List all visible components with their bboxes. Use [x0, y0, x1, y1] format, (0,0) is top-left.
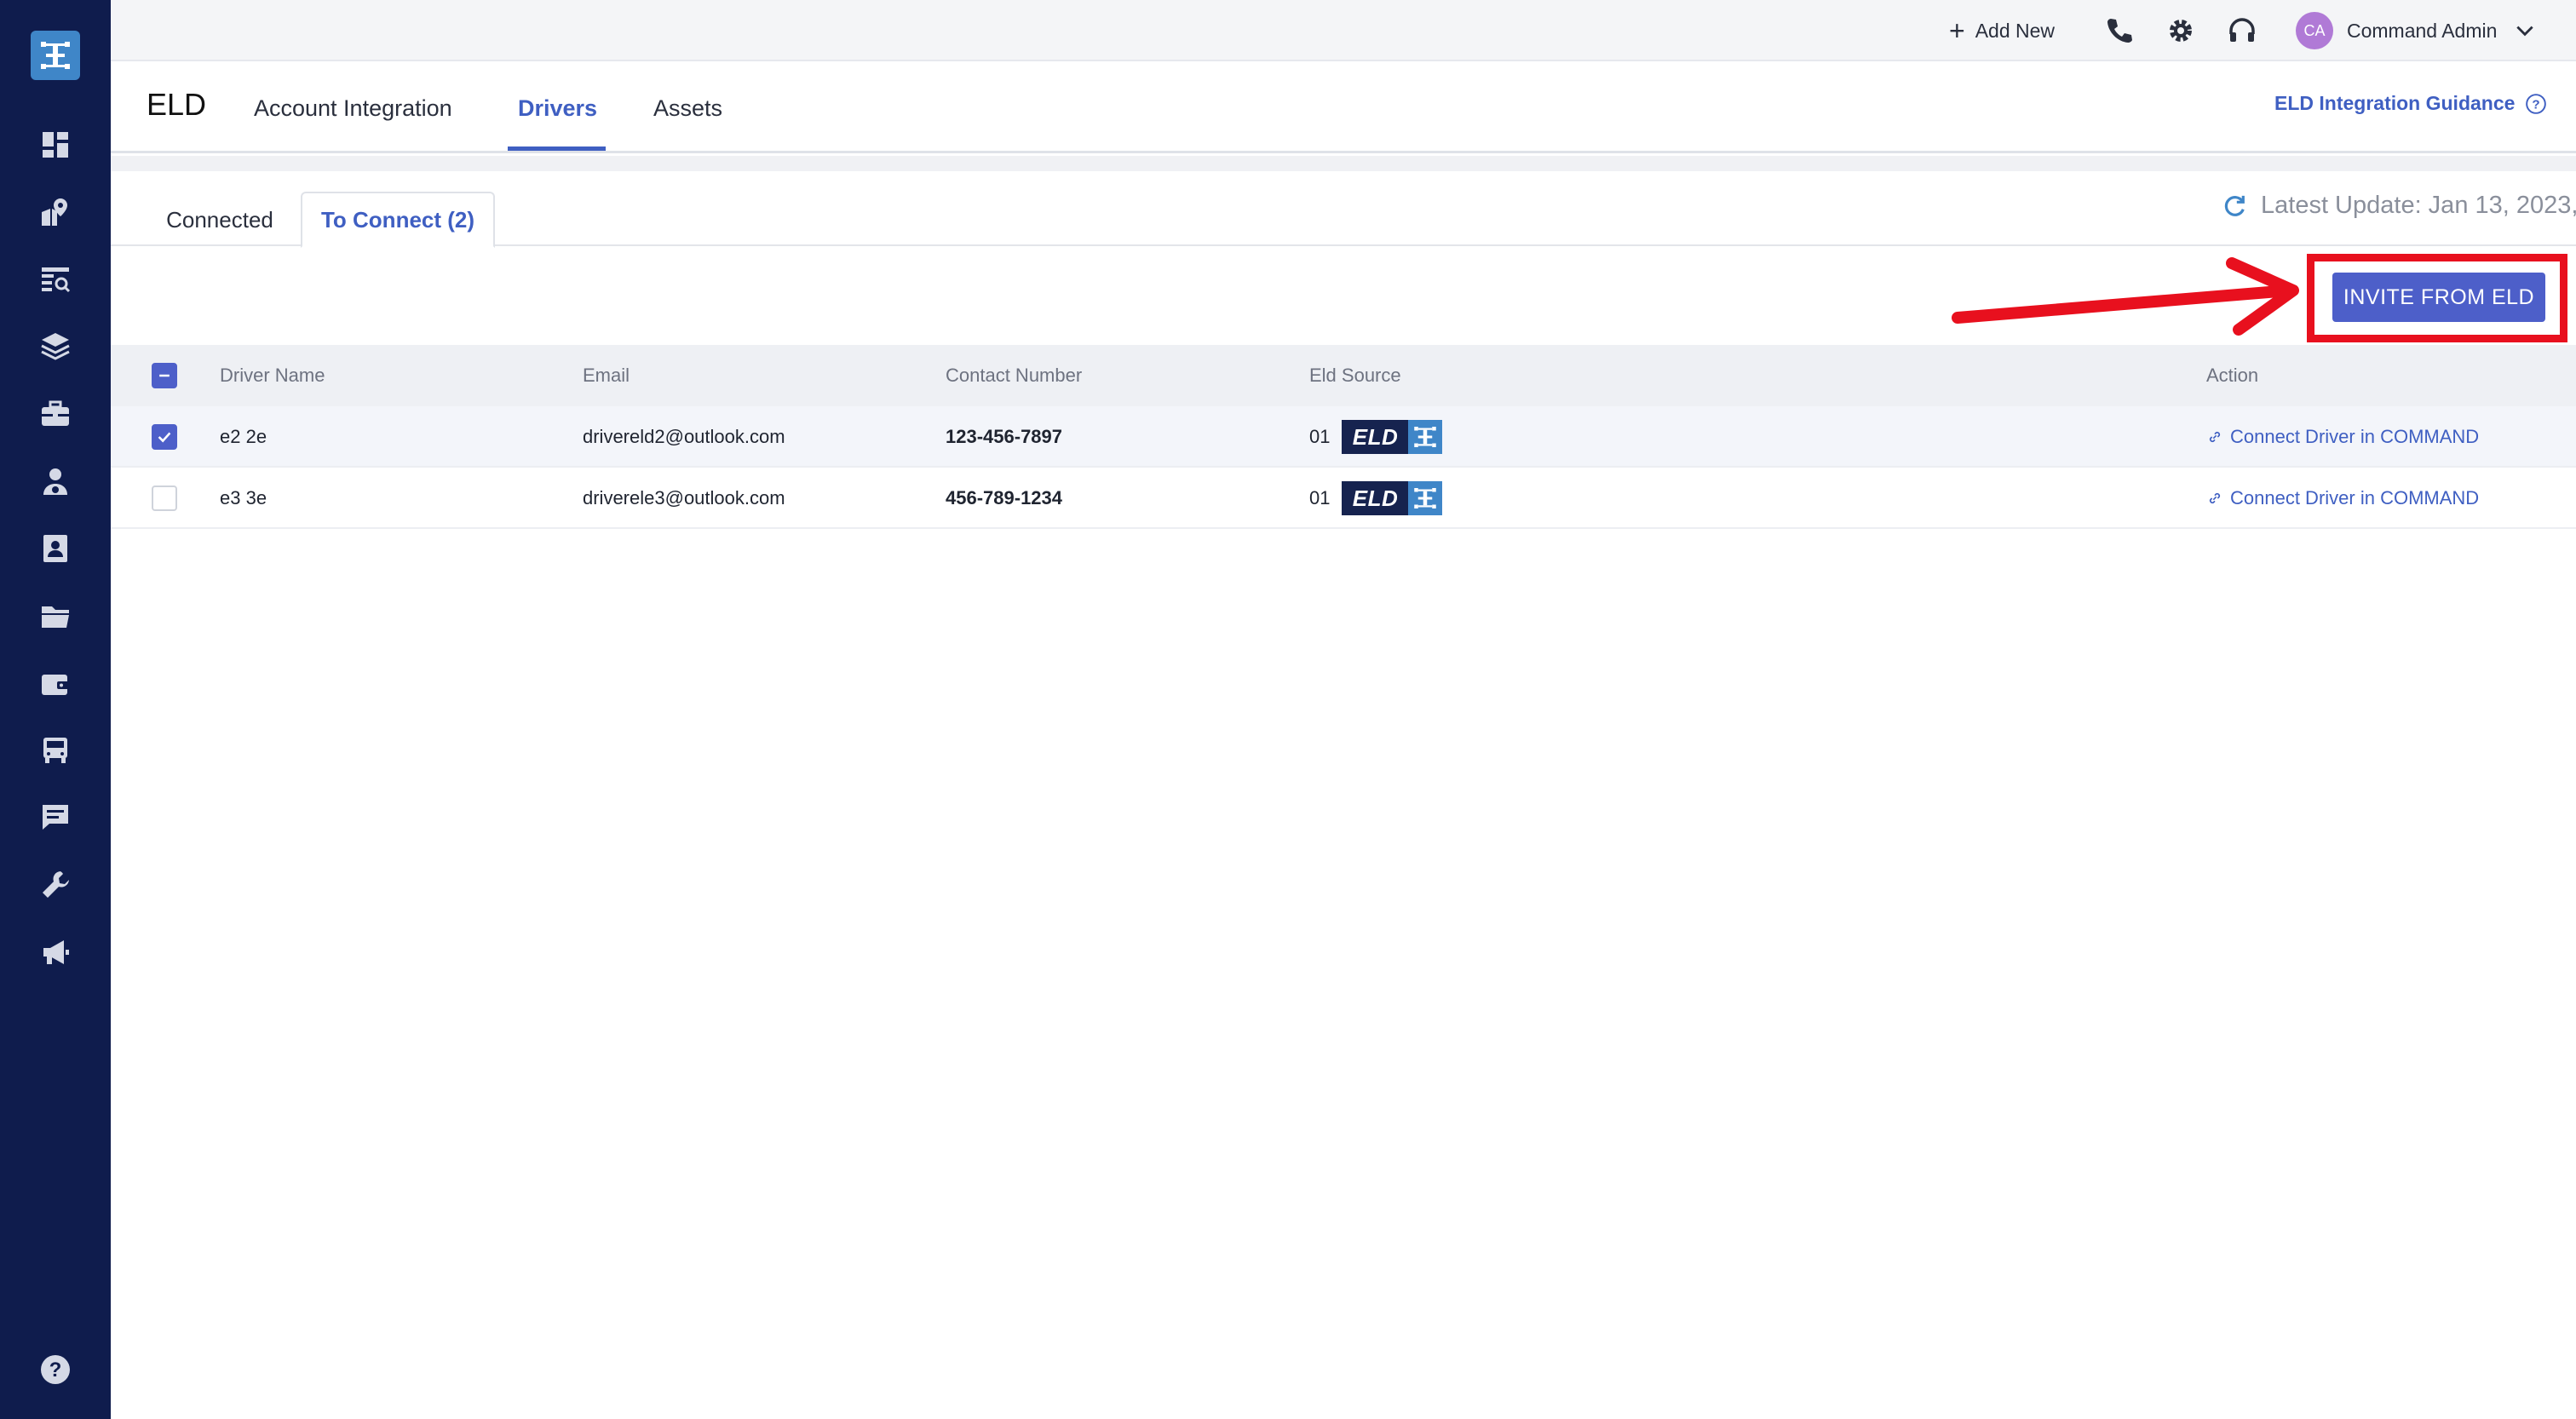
subtab-connected[interactable]: Connected: [160, 193, 279, 246]
annotation-arrow-icon: [1952, 257, 2299, 336]
dashboard-icon[interactable]: [34, 124, 77, 166]
minus-icon: [159, 374, 170, 377]
select-all-checkbox[interactable]: [152, 363, 177, 388]
driver-email: driverele3@outlook.com: [583, 487, 785, 508]
eld-badge: ELD: [1342, 420, 1443, 454]
eld-badge: ELD: [1342, 481, 1443, 515]
eld-badge-label: ELD: [1342, 420, 1409, 454]
tab-drivers[interactable]: Drivers: [518, 95, 597, 153]
eld-integration-guidance-link[interactable]: ELD Integration Guidance ?: [2274, 92, 2547, 115]
search-list-icon[interactable]: [34, 258, 77, 301]
gear-icon: [2164, 14, 2198, 48]
subtab-to-connect[interactable]: To Connect (2): [301, 192, 495, 248]
message-icon[interactable]: [34, 796, 77, 839]
phone-button[interactable]: [2102, 0, 2136, 61]
drivers-table: Driver Name Email Contact Number Eld Sou…: [111, 345, 2576, 529]
headset-icon: [2225, 14, 2259, 48]
user-menu[interactable]: CA Command Admin: [2296, 0, 2536, 61]
link-icon: [2209, 431, 2221, 443]
contacts-icon[interactable]: [34, 527, 77, 570]
eld-number: 01: [1309, 487, 1331, 508]
active-tab-indicator: [508, 146, 606, 151]
chevron-down-icon: [2514, 20, 2536, 42]
connect-driver-link[interactable]: Connect Driver in COMMAND: [2206, 487, 2479, 509]
connect-driver-label: Connect Driver in COMMAND: [2230, 426, 2480, 447]
table-row: e2 2e drivereld2@outlook.com 123-456-789…: [111, 406, 2576, 468]
latest-update: Latest Update: Jan 13, 2023, 01:28: [2222, 192, 2576, 220]
eld-number: 01: [1309, 426, 1331, 447]
column-eld-source[interactable]: Eld Source: [1309, 345, 1401, 406]
connect-driver-link[interactable]: Connect Driver in COMMAND: [2206, 426, 2479, 448]
latest-update-text: Latest Update: Jan 13, 2023, 01:28: [2261, 192, 2576, 219]
check-icon: [158, 432, 171, 443]
driver-name: e3 3e: [220, 487, 267, 508]
support-button[interactable]: [2225, 0, 2259, 61]
driver-email: drivereld2@outlook.com: [583, 426, 785, 447]
eld-source: 01 ELD: [1309, 468, 1443, 529]
select-all-cell: [152, 345, 177, 406]
driver-subtabs: Connected To Connect (2) Latest Update: …: [111, 171, 2576, 248]
megaphone-icon[interactable]: [34, 931, 77, 974]
refresh-icon[interactable]: [2222, 193, 2247, 219]
top-bar: + Add New CA Command Admin: [111, 0, 2576, 61]
driver-phone: 456-789-1234: [946, 487, 1063, 508]
column-contact-number[interactable]: Contact Number: [946, 345, 1082, 406]
action-cell: Connect Driver in COMMAND: [2206, 468, 2479, 529]
column-driver-name[interactable]: Driver Name: [220, 345, 325, 406]
table-header: Driver Name Email Contact Number Eld Sou…: [111, 345, 2576, 406]
row-checkbox[interactable]: [152, 424, 177, 450]
add-new-button[interactable]: + Add New: [1949, 0, 2055, 61]
avatar: CA: [2296, 12, 2333, 49]
column-action: Action: [2206, 365, 2259, 386]
user-name: Command Admin: [2347, 19, 2498, 42]
invite-from-eld-button[interactable]: INVITE FROM ELD: [2332, 273, 2545, 322]
table-row: e3 3e driverele3@outlook.com 456-789-123…: [111, 468, 2576, 529]
connect-driver-label: Connect Driver in COMMAND: [2230, 487, 2480, 508]
plus-icon: +: [1949, 15, 1965, 46]
phone-icon: [2102, 14, 2136, 48]
app-logo-icon[interactable]: [31, 31, 80, 80]
eld-source: 01 ELD: [1309, 406, 1443, 468]
eld-logo-icon: [1408, 481, 1443, 515]
link-icon: [2209, 492, 2221, 504]
add-new-label: Add New: [1975, 19, 2056, 42]
wrench-icon[interactable]: [34, 864, 77, 906]
page-title: ELD: [147, 87, 207, 122]
svg-text:?: ?: [49, 1359, 62, 1382]
sidebar: ?: [0, 0, 111, 1419]
row-check-cell: [152, 406, 177, 468]
tab-assets[interactable]: Assets: [653, 95, 722, 153]
row-check-cell: [152, 468, 177, 529]
eld-logo-icon: [1408, 420, 1443, 454]
action-cell: Connect Driver in COMMAND: [2206, 406, 2479, 468]
header-divider: [111, 156, 2576, 171]
help-circle-icon: ?: [2525, 93, 2547, 115]
truck-icon[interactable]: [34, 729, 77, 772]
wallet-icon[interactable]: [34, 662, 77, 704]
eld-badge-label: ELD: [1342, 481, 1409, 515]
column-email[interactable]: Email: [583, 345, 630, 406]
layers-icon[interactable]: [34, 325, 77, 368]
briefcase-icon[interactable]: [34, 393, 77, 435]
folder-icon[interactable]: [34, 595, 77, 637]
driver-icon[interactable]: [34, 460, 77, 503]
tab-account-integration[interactable]: Account Integration: [254, 95, 452, 153]
svg-text:?: ?: [2533, 97, 2540, 112]
driver-phone: 123-456-7897: [946, 426, 1063, 447]
page-header: ELD Account Integration Drivers Assets E…: [111, 61, 2576, 153]
driver-name: e2 2e: [220, 426, 267, 447]
guidance-label: ELD Integration Guidance: [2274, 92, 2516, 114]
map-location-icon[interactable]: [34, 191, 77, 233]
settings-button[interactable]: [2164, 0, 2198, 61]
row-checkbox[interactable]: [152, 485, 177, 511]
help-icon[interactable]: ?: [34, 1348, 77, 1391]
